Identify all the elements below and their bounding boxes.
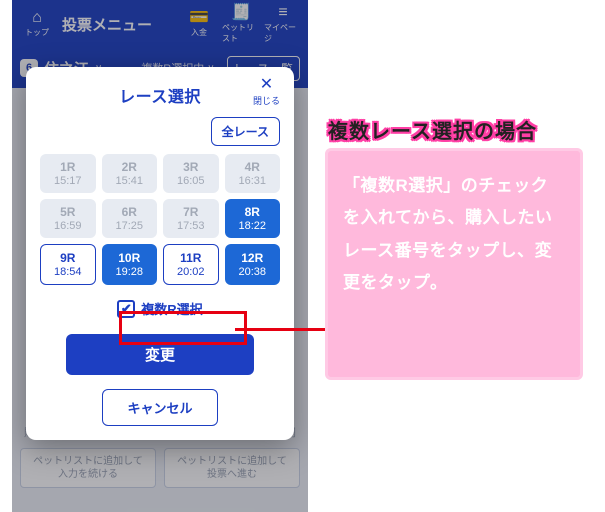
race-number: 9R: [41, 251, 95, 265]
race-cell-4R: 4R16:31: [225, 154, 281, 193]
race-cell-1R: 1R15:17: [40, 154, 96, 193]
race-time: 17:53: [163, 220, 219, 232]
callout-body: 「複数R選択」のチェックを入れてから、購入したいレース番号をタップし、変更をタッ…: [325, 148, 583, 380]
callout-title: 複数レース選択の場合: [328, 115, 537, 144]
race-cell-12R[interactable]: 12R20:38: [225, 244, 281, 285]
all-races-button[interactable]: 全レース: [211, 117, 280, 146]
race-grid: 1R15:172R15:413R16:054R16:315R16:596R17:…: [40, 154, 280, 285]
race-time: 18:22: [225, 220, 281, 232]
check-icon: ✔: [121, 302, 132, 315]
race-number: 6R: [102, 205, 158, 219]
race-number: 11R: [164, 251, 218, 265]
race-cell-10R[interactable]: 10R19:28: [102, 244, 158, 285]
modal-title: レース選択: [119, 89, 201, 106]
multi-select-checkbox[interactable]: ✔ 複数R選択: [109, 295, 210, 322]
close-button[interactable]: ✕ 閉じる: [253, 77, 280, 107]
race-time: 20:02: [164, 266, 218, 278]
race-number: 1R: [40, 160, 96, 174]
race-number: 8R: [225, 205, 281, 219]
race-time: 20:38: [225, 266, 281, 278]
race-time: 16:31: [225, 175, 281, 187]
race-cell-11R[interactable]: 11R20:02: [163, 244, 219, 285]
checkbox-icon: ✔: [117, 300, 135, 318]
race-time: 17:25: [102, 220, 158, 232]
race-cell-8R[interactable]: 8R18:22: [225, 199, 281, 238]
race-cell-9R[interactable]: 9R18:54: [40, 244, 96, 285]
race-cell-7R: 7R17:53: [163, 199, 219, 238]
race-time: 16:05: [163, 175, 219, 187]
race-number: 12R: [225, 251, 281, 265]
race-number: 7R: [163, 205, 219, 219]
race-number: 4R: [225, 160, 281, 174]
cancel-button[interactable]: キャンセル: [102, 389, 217, 426]
race-select-modal: レース選択 ✕ 閉じる 全レース 1R15:172R15:413R16:054R…: [26, 67, 294, 440]
race-number: 2R: [102, 160, 158, 174]
race-cell-5R: 5R16:59: [40, 199, 96, 238]
race-time: 15:17: [40, 175, 96, 187]
race-cell-6R: 6R17:25: [102, 199, 158, 238]
race-time: 16:59: [40, 220, 96, 232]
race-cell-3R: 3R16:05: [163, 154, 219, 193]
race-number: 5R: [40, 205, 96, 219]
race-time: 18:54: [41, 266, 95, 278]
close-icon: ✕: [260, 77, 273, 93]
phone-screen: ⌂ トップ 投票メニュー 💳 入金 🧾 ペットリスト ≡ マイページ 6 住之江…: [12, 0, 308, 512]
race-time: 19:28: [102, 266, 158, 278]
change-button[interactable]: 変更: [66, 334, 253, 375]
race-cell-2R: 2R15:41: [102, 154, 158, 193]
close-label: 閉じる: [253, 94, 280, 107]
highlight-connector: [235, 328, 325, 331]
race-time: 15:41: [102, 175, 158, 187]
race-number: 3R: [163, 160, 219, 174]
race-number: 10R: [102, 251, 158, 265]
multi-select-label: 複数R選択: [141, 299, 202, 318]
